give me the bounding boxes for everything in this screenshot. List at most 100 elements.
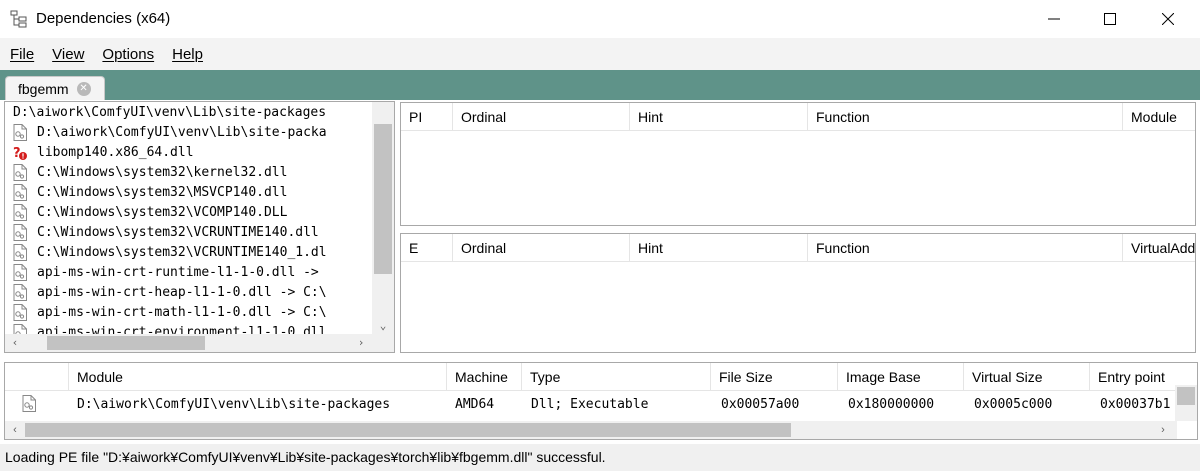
exports-col-function[interactable]: Function: [808, 234, 1123, 262]
title-bar: Dependencies (x64): [0, 0, 1200, 38]
status-text: Loading PE file "D:¥aiwork¥ComfyUI¥venv¥…: [5, 449, 606, 465]
tab-fbgemm[interactable]: fbgemm ✕: [5, 76, 105, 100]
imports-col-pi[interactable]: PI: [401, 103, 453, 131]
tree-horizontal-scrollbar[interactable]: ‹ ›: [5, 334, 374, 352]
modules-vertical-scrollbar[interactable]: [1175, 385, 1197, 421]
minimize-icon: [1048, 18, 1060, 20]
tree-vertical-scrollbar[interactable]: ⌄: [372, 102, 394, 336]
tree-item[interactable]: C:\Windows\system32\VCOMP140.DLL: [13, 202, 287, 222]
imports-panel: PI Ordinal Hint Function Module: [400, 102, 1196, 226]
tree-root-item[interactable]: D:\aiwork\ComfyUI\venv\Lib\site-packages: [13, 102, 326, 122]
entry-point-cell: 0x00037b1: [1100, 397, 1171, 412]
modules-col-icon[interactable]: [5, 363, 69, 391]
module-file-icon: [13, 283, 27, 301]
imports-header: PI Ordinal Hint Function Module: [401, 103, 1195, 131]
menu-file[interactable]: File: [10, 46, 34, 63]
modules-col-entry-point[interactable]: Entry point: [1090, 363, 1177, 391]
imports-col-module[interactable]: Module: [1123, 103, 1195, 131]
imports-col-ordinal[interactable]: Ordinal: [453, 103, 630, 131]
module-file-icon: [13, 263, 27, 281]
module-path-cell: D:\aiwork\ComfyUI\venv\Lib\site-packages: [77, 397, 391, 412]
modules-horizontal-scroll-thumb[interactable]: [25, 423, 791, 437]
imports-col-hint[interactable]: Hint: [630, 103, 808, 131]
status-bar: Loading PE file "D:¥aiwork¥ComfyUI¥venv¥…: [0, 444, 1200, 471]
tree-item-label: C:\Windows\system32\kernel32.dll: [37, 164, 288, 180]
tree-item-label: C:\Windows\system32\VCRUNTIME140_1.dl: [37, 244, 327, 260]
minimize-button[interactable]: [1026, 0, 1082, 38]
modules-horizontal-scrollbar[interactable]: ‹ ›: [5, 421, 1177, 439]
menu-bar: File View Options Help: [0, 38, 1200, 70]
tree-item-label: D:\aiwork\ComfyUI\venv\Lib\site-packa: [37, 124, 327, 140]
file-size-cell: 0x00057a00: [721, 397, 800, 412]
tree-item[interactable]: C:\Windows\system32\kernel32.dll: [13, 162, 287, 182]
exports-col-e[interactable]: E: [401, 234, 453, 262]
scrollbar-corner: [372, 334, 394, 352]
modules-col-file-size[interactable]: File Size: [711, 363, 838, 391]
menu-help[interactable]: Help: [172, 46, 203, 63]
menu-view[interactable]: View: [52, 46, 84, 63]
module-file-icon: [13, 123, 27, 141]
tree-item[interactable]: C:\Windows\system32\MSVCP140.dll: [13, 182, 287, 202]
exports-col-hint[interactable]: Hint: [630, 234, 808, 262]
imports-col-function[interactable]: Function: [808, 103, 1123, 131]
tree-item[interactable]: ? libomp140.x86_64.dll: [13, 142, 194, 162]
scroll-right-icon[interactable]: ›: [1155, 422, 1171, 438]
missing-module-icon: ?: [13, 146, 27, 161]
modules-vertical-scroll-thumb[interactable]: [1177, 387, 1195, 405]
module-file-icon: [13, 223, 27, 241]
tree-item[interactable]: api-ms-win-crt-runtime-l1-1-0.dll ->: [13, 262, 319, 282]
modules-header: Module Machine Type File Size Image Base…: [5, 363, 1197, 391]
window-title: Dependencies (x64): [36, 10, 171, 27]
scroll-left-icon[interactable]: ‹: [7, 422, 23, 438]
tree-item[interactable]: C:\Windows\system32\VCRUNTIME140_1.dl: [13, 242, 327, 262]
tree-item[interactable]: api-ms-win-crt-math-l1-1-0.dll -> C:\: [13, 302, 327, 322]
module-file-icon: [22, 395, 36, 412]
close-circle-icon[interactable]: ✕: [76, 81, 91, 96]
modules-list: Module Machine Type File Size Image Base…: [4, 362, 1198, 440]
maximize-icon: [1104, 13, 1116, 25]
tree-item-label: api-ms-win-crt-runtime-l1-1-0.dll ->: [37, 264, 319, 280]
module-file-icon: [13, 183, 27, 201]
module-tree: D:\aiwork\ComfyUI\venv\Lib\site-packages…: [4, 101, 395, 353]
module-file-icon: [13, 163, 27, 181]
tree-item[interactable]: D:\aiwork\ComfyUI\venv\Lib\site-packa: [13, 122, 327, 142]
tab-strip: fbgemm ✕: [0, 70, 1200, 100]
modules-col-type[interactable]: Type: [522, 363, 711, 391]
tree-vertical-scroll-thumb[interactable]: [374, 124, 392, 274]
tree-item-label: libomp140.x86_64.dll: [37, 144, 194, 160]
scroll-right-icon[interactable]: ›: [353, 335, 369, 351]
module-file-icon: [13, 203, 27, 221]
exports-header: E Ordinal Hint Function VirtualAdd: [401, 234, 1195, 262]
close-icon: [1162, 13, 1174, 25]
exports-panel: E Ordinal Hint Function VirtualAdd: [400, 233, 1196, 353]
exports-col-ordinal[interactable]: Ordinal: [453, 234, 630, 262]
module-file-icon: [13, 243, 27, 261]
tree-horizontal-scroll-thumb[interactable]: [47, 336, 205, 350]
scroll-down-icon[interactable]: ⌄: [375, 318, 391, 334]
tab-label: fbgemm: [18, 80, 69, 97]
modules-col-module[interactable]: Module: [69, 363, 447, 391]
exports-col-virtual-address[interactable]: VirtualAdd: [1123, 234, 1195, 262]
close-window-button[interactable]: [1140, 0, 1196, 38]
tree-item[interactable]: api-ms-win-crt-heap-l1-1-0.dll -> C:\: [13, 282, 327, 302]
tree-item-label: api-ms-win-crt-math-l1-1-0.dll -> C:\: [37, 304, 327, 320]
tree-item-label: C:\Windows\system32\VCOMP140.DLL: [37, 204, 288, 220]
svg-text:?: ?: [13, 146, 21, 161]
image-base-cell: 0x180000000: [848, 397, 935, 412]
machine-cell: AMD64: [455, 397, 495, 412]
modules-col-image-base[interactable]: Image Base: [838, 363, 964, 391]
virtual-size-cell: 0x0005c000: [974, 397, 1053, 412]
tree-item-label: C:\Windows\system32\MSVCP140.dll: [37, 184, 288, 200]
tree-item-label: api-ms-win-crt-heap-l1-1-0.dll -> C:\: [37, 284, 327, 300]
scroll-left-icon[interactable]: ‹: [7, 335, 23, 351]
type-cell: Dll; Executable: [531, 397, 649, 412]
module-file-icon: [13, 303, 27, 321]
modules-col-machine[interactable]: Machine: [447, 363, 522, 391]
tree-item[interactable]: C:\Windows\system32\VCRUNTIME140.dll: [13, 222, 319, 242]
modules-col-virtual-size[interactable]: Virtual Size: [964, 363, 1090, 391]
menu-options[interactable]: Options: [102, 46, 154, 63]
tree-item-label: C:\Windows\system32\VCRUNTIME140.dll: [37, 224, 319, 240]
maximize-button[interactable]: [1082, 0, 1138, 38]
dependency-tree-icon: [10, 10, 27, 28]
tree-root-label: D:\aiwork\ComfyUI\venv\Lib\site-packages: [13, 104, 327, 120]
